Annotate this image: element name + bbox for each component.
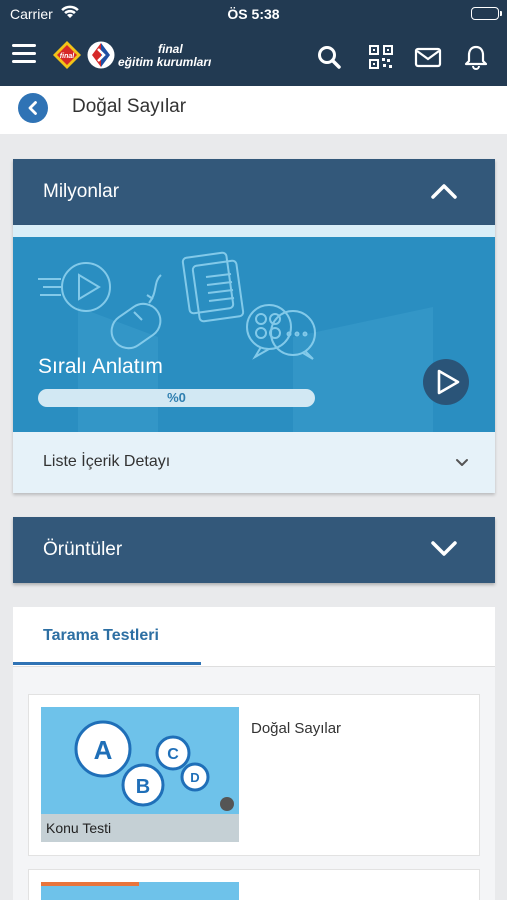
tests-panel: Tarama Testleri A B C D Konu Testi Doğal… xyxy=(13,607,495,900)
svg-text:final: final xyxy=(60,53,75,60)
chevron-up-icon[interactable] xyxy=(431,183,457,199)
thumb-letter: B xyxy=(136,776,150,798)
progress-bar: %0 xyxy=(38,389,315,407)
play-button[interactable] xyxy=(423,359,469,405)
thumbnail-accent-bar xyxy=(41,882,139,886)
tab-tarama-testleri[interactable]: Tarama Testleri xyxy=(43,627,159,645)
brand-line1: final xyxy=(158,42,183,56)
thumbnail-caption: Konu Testi xyxy=(41,814,239,842)
battery-icon xyxy=(471,7,502,20)
brand-logo: final final eğitim kurumları xyxy=(52,38,242,72)
brand-line2: eğitim kurumları xyxy=(118,55,212,69)
play-icon xyxy=(437,369,460,395)
progress-text: %0 xyxy=(167,390,186,405)
chevron-down-icon[interactable] xyxy=(455,458,469,468)
test-list-item[interactable]: A B C D Konu Testi Doğal Sayılar xyxy=(28,694,480,856)
content-detail-toggle[interactable]: Liste İçerik Detayı xyxy=(13,432,495,493)
thumb-letter: A xyxy=(94,735,113,765)
accordion-title: Milyonlar xyxy=(43,181,120,202)
content-banner[interactable]: Sıralı Anlatım %0 xyxy=(13,237,495,432)
mail-icon[interactable] xyxy=(414,44,442,70)
status-bar: Carrier ÖS 5:38 xyxy=(0,0,507,28)
app-header: final final eğitim kurumları xyxy=(0,28,507,86)
accordion-title: Örüntüler xyxy=(43,539,123,560)
thumbnail-caption-text: Konu Testi xyxy=(46,820,112,836)
thumb-letter: D xyxy=(190,770,199,785)
tab-bar: Tarama Testleri xyxy=(13,607,495,667)
thumb-letter: C xyxy=(167,746,179,763)
back-button[interactable] xyxy=(18,93,48,123)
test-thumbnail: A B C D Konu Testi xyxy=(41,707,239,842)
test-thumbnail-partial xyxy=(41,882,239,900)
test-item-title: Doğal Sayılar xyxy=(251,720,342,737)
content-banner-title: Sıralı Anlatım xyxy=(38,355,163,378)
menu-icon[interactable] xyxy=(12,44,36,68)
test-list-item-partial[interactable] xyxy=(28,869,480,900)
active-tab-indicator xyxy=(13,662,201,665)
final-logo-mark-icon: final xyxy=(53,41,81,69)
accordion-header-milyonlar[interactable]: Milyonlar xyxy=(13,159,495,225)
egitim-logo-mark-icon xyxy=(87,41,115,69)
page-subheader: Doğal Sayılar xyxy=(0,86,507,134)
accordion-header-oruntuler[interactable]: Örüntüler xyxy=(13,517,495,583)
page-title: Doğal Sayılar xyxy=(72,96,187,117)
qr-code-icon[interactable] xyxy=(368,44,394,70)
accordion-body-milyonlar: Sıralı Anlatım %0 Liste İçerik Detayı xyxy=(13,225,495,493)
bell-icon[interactable] xyxy=(463,44,489,70)
content-detail-label: Liste İçerik Detayı xyxy=(43,453,171,470)
chevron-left-icon xyxy=(28,101,37,115)
chevron-down-icon[interactable] xyxy=(431,541,457,557)
status-time: ÖS 5:38 xyxy=(227,6,280,22)
status-dot xyxy=(220,797,234,811)
search-icon[interactable] xyxy=(316,44,342,70)
divider-strip xyxy=(13,225,495,237)
